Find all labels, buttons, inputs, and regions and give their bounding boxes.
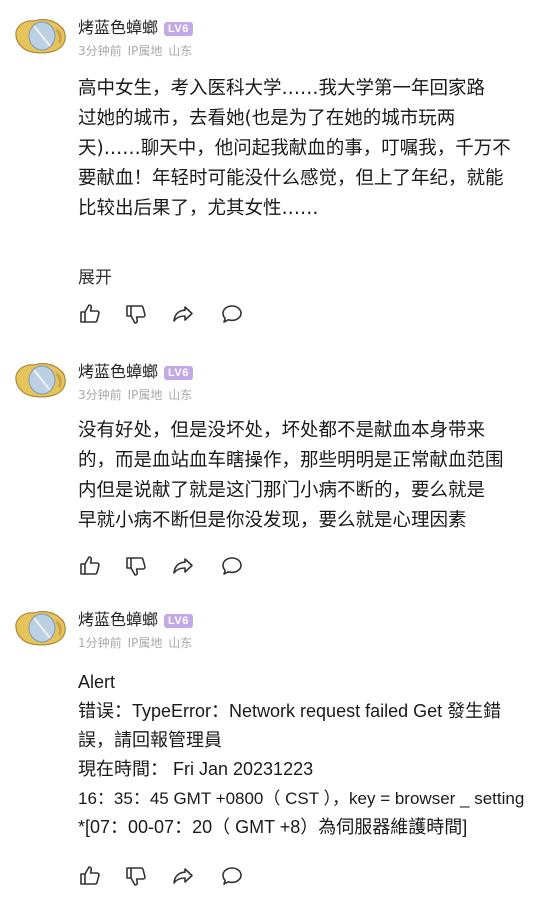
- comment-line: 没有好处，但是没坏处，坏处都不是献血本身带来: [78, 420, 486, 441]
- username-text[interactable]: 烤蓝色蟑螂: [78, 610, 158, 629]
- thumbs-down-icon[interactable]: [124, 302, 148, 326]
- comment-meta: 3分钟前 IP属地 山东: [78, 42, 198, 59]
- comment-actions: [78, 554, 278, 578]
- username-text[interactable]: 烤蓝色蟑螂: [78, 362, 158, 381]
- thumbs-down-icon[interactable]: [124, 864, 148, 888]
- thumbs-up-icon[interactable]: [78, 302, 102, 326]
- comment-line: 过她的城市，去看她(也是为了在她的城市玩两: [78, 108, 456, 129]
- thumbs-down-icon[interactable]: [124, 554, 148, 578]
- comment-actions: [78, 302, 278, 326]
- comment-line: 的，而是血站血车瞎操作，那些明明是正常献血范围: [78, 450, 504, 471]
- comment-line: 早就小病不断但是你没发现，要么就是心理因素: [78, 510, 467, 531]
- comment-icon[interactable]: [220, 302, 244, 326]
- alert-line: 誤，請回報管理員: [78, 730, 222, 750]
- avatar[interactable]: [12, 358, 70, 400]
- alert-line: 错误：TypeError：Network request failed Get …: [78, 701, 502, 721]
- share-icon[interactable]: [171, 864, 195, 888]
- username[interactable]: 烤蓝色蟑螂 LV6: [78, 606, 193, 630]
- comment-meta: 3分钟前 IP属地 山东: [78, 386, 198, 403]
- comment-time: 3分钟前: [78, 44, 122, 58]
- expand-link[interactable]: 展开: [78, 263, 112, 288]
- thumbs-up-icon[interactable]: [78, 554, 102, 578]
- alert-line: 16：35：45 GMT +0800（ CST ），key = browser …: [78, 789, 525, 808]
- comment-line: 天)……聊天中，他问起我献血的事，叮嘱我，千万不: [78, 138, 511, 159]
- avatar-image: [15, 363, 66, 398]
- thumbs-up-icon[interactable]: [78, 864, 102, 888]
- avatar-image: [15, 611, 66, 646]
- username[interactable]: 烤蓝色蟑螂 LV6: [78, 14, 193, 38]
- alert-line: 現在時間： Fri Jan 20231223: [78, 759, 314, 779]
- username-text[interactable]: 烤蓝色蟑螂: [78, 18, 158, 37]
- comment-body: 高中女生，考入医科大学……我大学第一年回家路 过她的城市，去看她(也是为了在她的…: [78, 74, 546, 224]
- ip-location-value: 山东: [168, 44, 193, 58]
- alert-message: Alert 错误：TypeError：Network request faile…: [78, 668, 548, 842]
- comment-line: 要献血！年轻时可能没什么感觉，但上了年纪，就能: [78, 168, 504, 189]
- username[interactable]: 烤蓝色蟑螂 LV6: [78, 358, 193, 382]
- comment-time: 3分钟前: [78, 388, 122, 402]
- comment-line: 比较出后果了，尤其女性……: [78, 198, 319, 219]
- share-icon[interactable]: [171, 302, 195, 326]
- ip-location-label: IP属地: [127, 388, 163, 402]
- ip-location-value: 山东: [168, 388, 193, 402]
- avatar-image: [15, 19, 66, 54]
- comment-body: 没有好处，但是没坏处，坏处都不是献血本身带来 的，而是血站血车瞎操作，那些明明是…: [78, 416, 546, 536]
- comment-icon[interactable]: [220, 554, 244, 578]
- alert-line: *[07：00-07：20（ GMT +8）為伺服器維護時間]: [78, 817, 468, 837]
- level-badge: LV6: [164, 366, 193, 380]
- ip-location-label: IP属地: [127, 636, 163, 650]
- ip-location-label: IP属地: [127, 44, 163, 58]
- avatar[interactable]: [12, 606, 70, 648]
- comment-line: 高中女生，考入医科大学……我大学第一年回家路: [78, 78, 486, 99]
- comment-icon[interactable]: [220, 864, 244, 888]
- alert-title: Alert: [78, 672, 116, 692]
- avatar[interactable]: [12, 14, 70, 56]
- comment-line: 内但是说献了就是这门那门小病不断的，要么就是: [78, 480, 486, 501]
- level-badge: LV6: [164, 22, 193, 36]
- comment-time: 1分钟前: [78, 636, 122, 650]
- share-icon[interactable]: [171, 554, 195, 578]
- ip-location-value: 山东: [168, 636, 193, 650]
- level-badge: LV6: [164, 614, 193, 628]
- comment-actions: [78, 864, 278, 888]
- comment-meta: 1分钟前 IP属地 山东: [78, 634, 198, 651]
